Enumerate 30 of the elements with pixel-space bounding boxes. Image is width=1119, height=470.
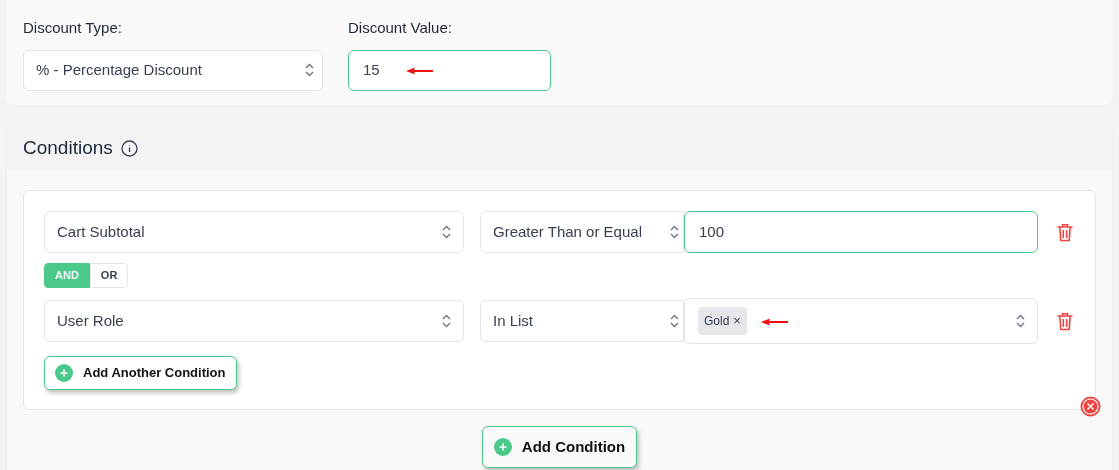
field-select[interactable]: Cart Subtotal [44, 211, 464, 253]
chevron-up-down-icon [442, 225, 451, 239]
close-icon[interactable] [1080, 396, 1101, 417]
operator-select[interactable]: In List [480, 300, 684, 342]
field-label: Discount Type: [23, 18, 123, 38]
trash-icon[interactable] [1057, 311, 1073, 331]
arrow-icon [761, 318, 788, 326]
chevron-up-down-icon [305, 63, 314, 77]
add-another-condition-button[interactable]: Add Another Condition [44, 356, 237, 390]
discount-type-select[interactable]: % - Percentage Discount [23, 49, 323, 91]
add-condition-button[interactable]: Add Condition [481, 426, 638, 468]
chevron-up-down-icon [670, 225, 679, 239]
plus-icon [55, 364, 73, 382]
info-icon[interactable] [120, 140, 138, 157]
value-field[interactable]: 100 [684, 211, 1038, 253]
plus-icon [493, 438, 512, 456]
value-multiselect[interactable]: Gold × [684, 298, 1038, 344]
field-select[interactable]: User Role [44, 300, 464, 342]
tag-remove[interactable]: × [733, 311, 741, 331]
field-label: Discount Value: [348, 18, 453, 38]
chevron-up-down-icon [1016, 314, 1025, 328]
chevron-up-down-icon [442, 314, 451, 328]
chevron-up-down-icon [670, 314, 679, 328]
operator-select[interactable]: Greater Than or Equal [480, 211, 684, 253]
tag-label: Gold [704, 313, 730, 330]
arrow-icon [406, 66, 433, 75]
discount-value-field[interactable]: 15 [348, 49, 551, 91]
logic-toggle[interactable]: OR [89, 263, 129, 288]
panel-title: Conditions [23, 136, 113, 161]
trash-icon[interactable] [1057, 222, 1073, 242]
